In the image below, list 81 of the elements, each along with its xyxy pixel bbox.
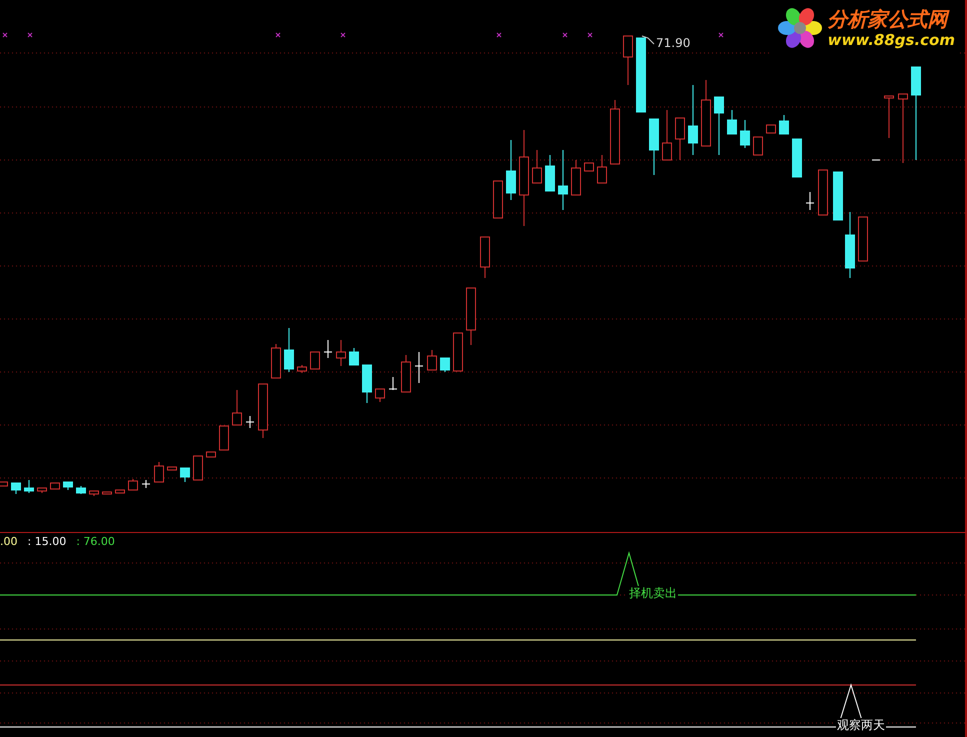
candlestick [662,110,672,160]
candlestick [440,358,450,372]
candlestick [128,478,138,490]
candlestick [584,162,594,172]
high-price-label: 71.90 [656,36,690,50]
indicator-value: : 15.00 [28,535,66,548]
candlestick [493,180,503,218]
candlestick [167,466,177,470]
candlestick [701,80,711,146]
candlestick [806,192,814,210]
candlestick [142,480,150,488]
candlestick [388,376,398,390]
cross-marker-icon [276,32,280,38]
cross-marker-icon [2,32,8,38]
candlestick [206,452,216,458]
candlestick [427,350,437,370]
candlestick [597,154,607,184]
candlestick [740,120,750,148]
candlestick [480,236,490,278]
candlestick [193,456,203,480]
candlestick [219,426,229,450]
cross-marker-icon [718,32,724,38]
candlestick [232,390,242,426]
candlestick [688,84,698,156]
candlestick [649,118,659,176]
candlestick [545,154,555,192]
candlestick [336,340,346,366]
candlestick [558,150,568,210]
logo-url: www.88gs.com [828,31,955,49]
candlestick [246,416,254,428]
candlestick [362,364,372,404]
indicator-value: .00 [0,535,18,548]
cross-marker-icon [340,32,346,38]
candlestick [610,100,620,164]
candlestick [180,468,190,482]
candlestick [50,482,60,490]
candlestick [833,172,843,220]
candlestick [818,170,828,216]
candlestick [11,482,21,494]
candlestick [297,364,307,374]
candlestick [898,94,908,164]
candlestick [753,136,763,156]
cross-marker-icon [496,32,502,38]
signal-label: 择机卖出 [628,586,678,601]
candlestick [284,328,294,372]
candlestick [845,212,855,278]
candlestick [349,348,359,366]
candlestick [766,124,776,134]
candlestick [571,160,581,196]
candlestick [324,340,332,358]
candlestick [37,488,47,494]
candlestick [414,352,424,384]
leader-line [642,36,654,44]
candlestick [858,216,868,262]
candlestick [779,114,789,134]
candlestick [401,354,411,392]
candlestick [623,36,633,86]
candlestick [24,480,34,494]
candlestick [89,490,99,496]
candlestick [258,384,268,438]
candlestick [506,140,516,200]
signal-label: 观察两天 [836,718,886,733]
logo-title: 分析家公式网 [828,7,948,31]
candlestick [271,344,281,378]
indicator-value: : 76.00 [76,535,115,548]
candlestick [532,150,542,184]
candlestick [884,96,894,138]
candlestick [76,486,86,494]
candlestick [675,118,685,160]
candlestick [310,352,320,370]
cross-marker-icon [588,32,592,38]
candlestick [375,388,385,402]
candlestick [792,138,802,178]
candlestick [154,462,164,482]
candlestick [453,332,463,372]
cross-marker-icon [562,32,568,38]
candlestick [727,110,737,134]
candlestick [466,288,476,346]
candlestick [714,96,724,156]
candlestick [63,482,73,490]
cross-marker-icon [28,32,32,38]
